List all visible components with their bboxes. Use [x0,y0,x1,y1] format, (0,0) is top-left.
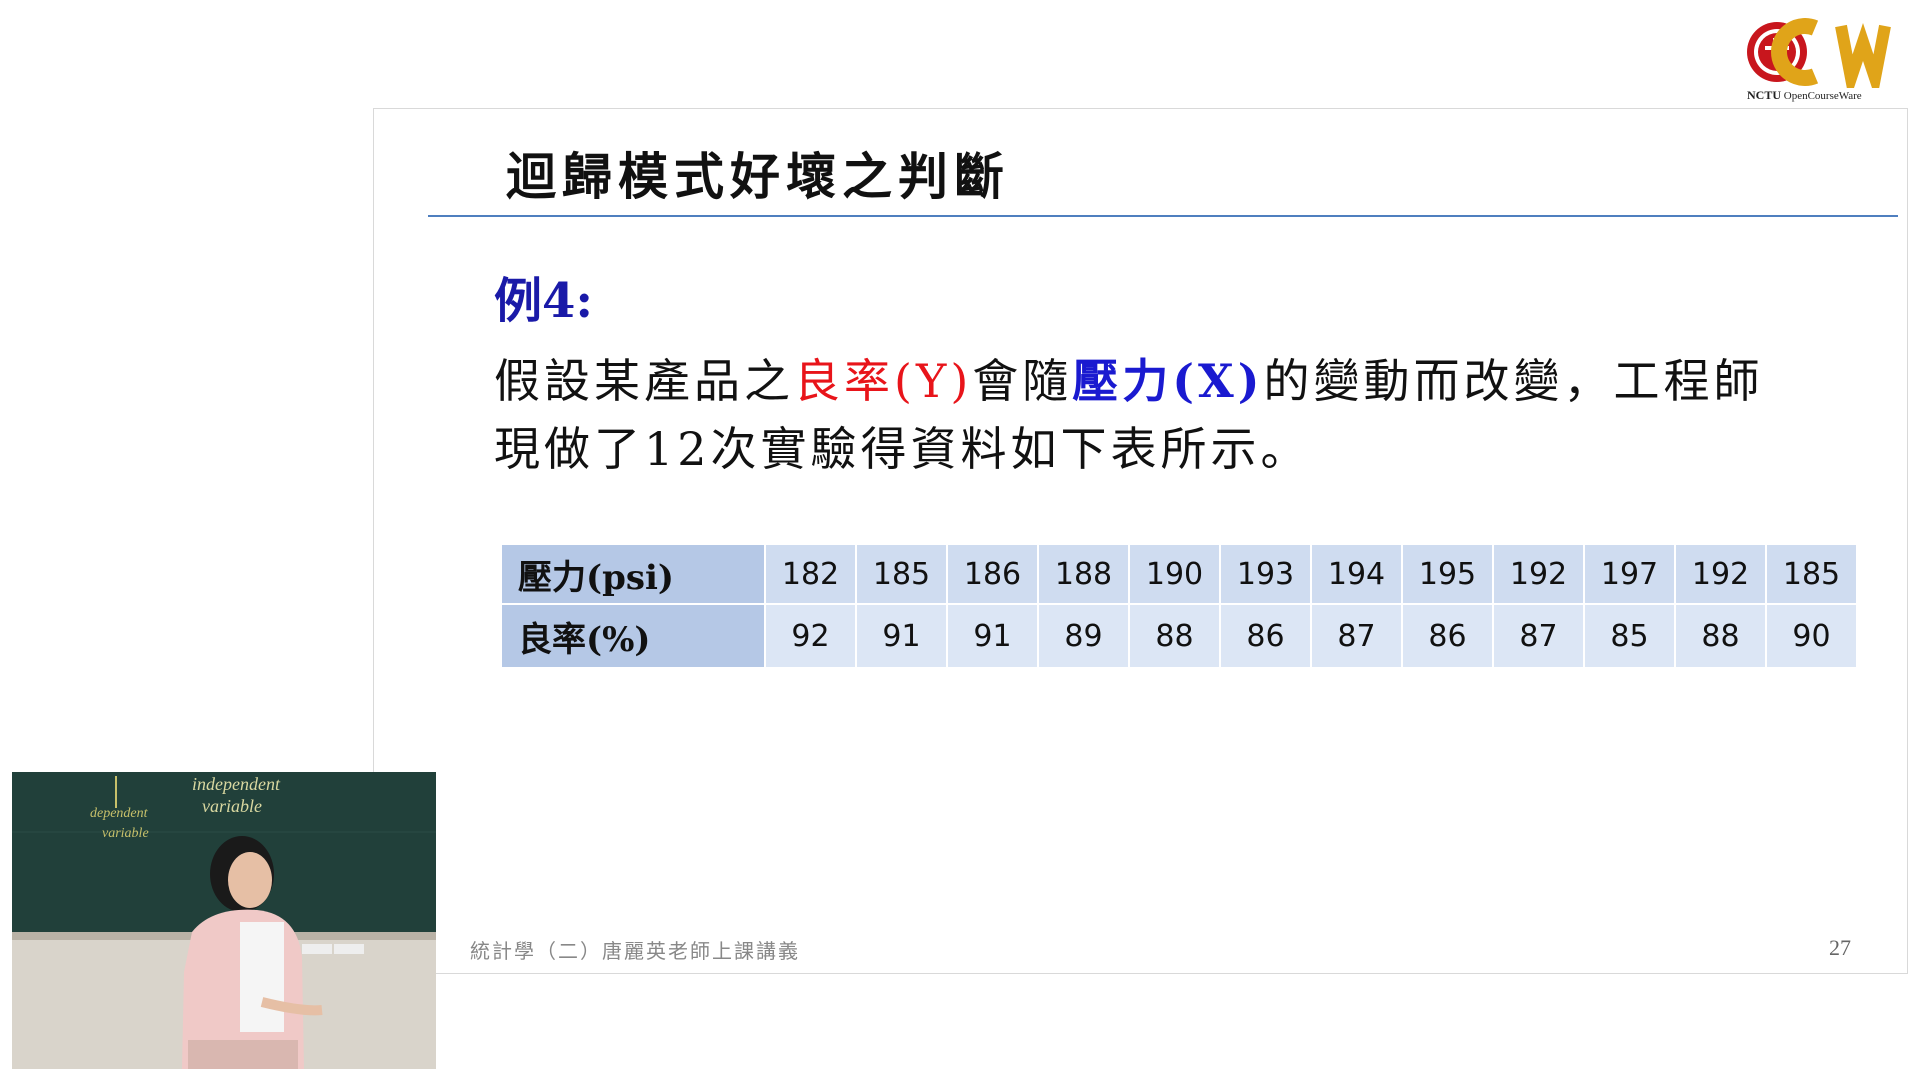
table-row-pressure: 壓力(psi) 182 185 186 188 190 193 194 195 … [502,545,1856,603]
nctu-ocw-logo: NCTU OpenCourseWare [1745,18,1905,104]
logo-caption-text: OpenCourseWare [1783,90,1862,102]
chalk-text: independent [192,774,281,794]
chalk-text: variable [102,826,149,841]
table-cell: 87 [1312,605,1401,667]
page-number: 27 [1829,935,1851,960]
lecturer-video-image: independent variable dependent variable [12,772,436,1069]
table-cell: 194 [1312,545,1401,603]
table-cell: 91 [948,605,1037,667]
table-cell: 185 [857,545,946,603]
table-cell: 190 [1130,545,1219,603]
table-cell: 86 [1403,605,1492,667]
lecturer-video-inset: independent variable dependent variable [12,772,436,1069]
slide-title: 迴歸模式好壞之判斷 [506,147,1010,206]
table-cell: 192 [1494,545,1583,603]
chalk-text: variable [202,796,262,816]
row-header-pressure: 壓力(psi) [502,545,764,603]
table-cell: 91 [857,605,946,667]
data-table: 壓力(psi) 182 185 186 188 190 193 194 195 … [500,543,1858,669]
table-cell: 192 [1676,545,1765,603]
table-cell: 86 [1221,605,1310,667]
logo-caption: NCTU OpenCourseWare [1747,88,1907,103]
table-row-yield: 良率(%) 92 91 91 89 88 86 87 86 87 85 88 9… [502,605,1856,667]
table-cell: 90 [1767,605,1856,667]
table-cell: 186 [948,545,1037,603]
slide-footer: 統計學（二）唐麗英老師上課講義 [470,939,800,963]
table-cell: 88 [1676,605,1765,667]
table-cell: 185 [1767,545,1856,603]
text-segment: 假設某產品之 [494,354,794,408]
problem-text-line-1: 假設某產品之良率(Y)會隨壓力(X)的變動而改變，工程師 [494,345,1894,411]
video-frame: NCTU OpenCourseWare 迴歸模式好壞之判斷 例4: 假設某產品之… [0,0,1920,1080]
table-cell: 195 [1403,545,1492,603]
table-cell: 193 [1221,545,1310,603]
logo-caption-bold: NCTU [1747,88,1782,102]
yield-variable-text: 良率(Y) [794,354,973,408]
table-cell: 188 [1039,545,1128,603]
table-cell: 89 [1039,605,1128,667]
pressure-variable-text: 壓力(X) [1072,354,1264,408]
table-cell: 85 [1585,605,1674,667]
table-cell: 182 [766,545,855,603]
problem-text-line-2: 現做了12次實驗得資料如下表所示。 [494,422,1311,476]
chalk-text: dependent [90,806,149,821]
table-cell: 87 [1494,605,1583,667]
title-divider [428,215,1898,217]
table-cell: 92 [766,605,855,667]
row-header-yield: 良率(%) [502,605,764,667]
table-cell: 197 [1585,545,1674,603]
example-label: 例4: [494,273,594,329]
text-segment: 的變動而改變，工程師 [1263,354,1764,408]
text-segment: 會隨 [972,354,1073,408]
ocw-logo-mark [1747,18,1891,88]
table-cell: 88 [1130,605,1219,667]
presentation-slide: 迴歸模式好壞之判斷 例4: 假設某產品之良率(Y)會隨壓力(X)的變動而改變，工… [373,108,1908,974]
